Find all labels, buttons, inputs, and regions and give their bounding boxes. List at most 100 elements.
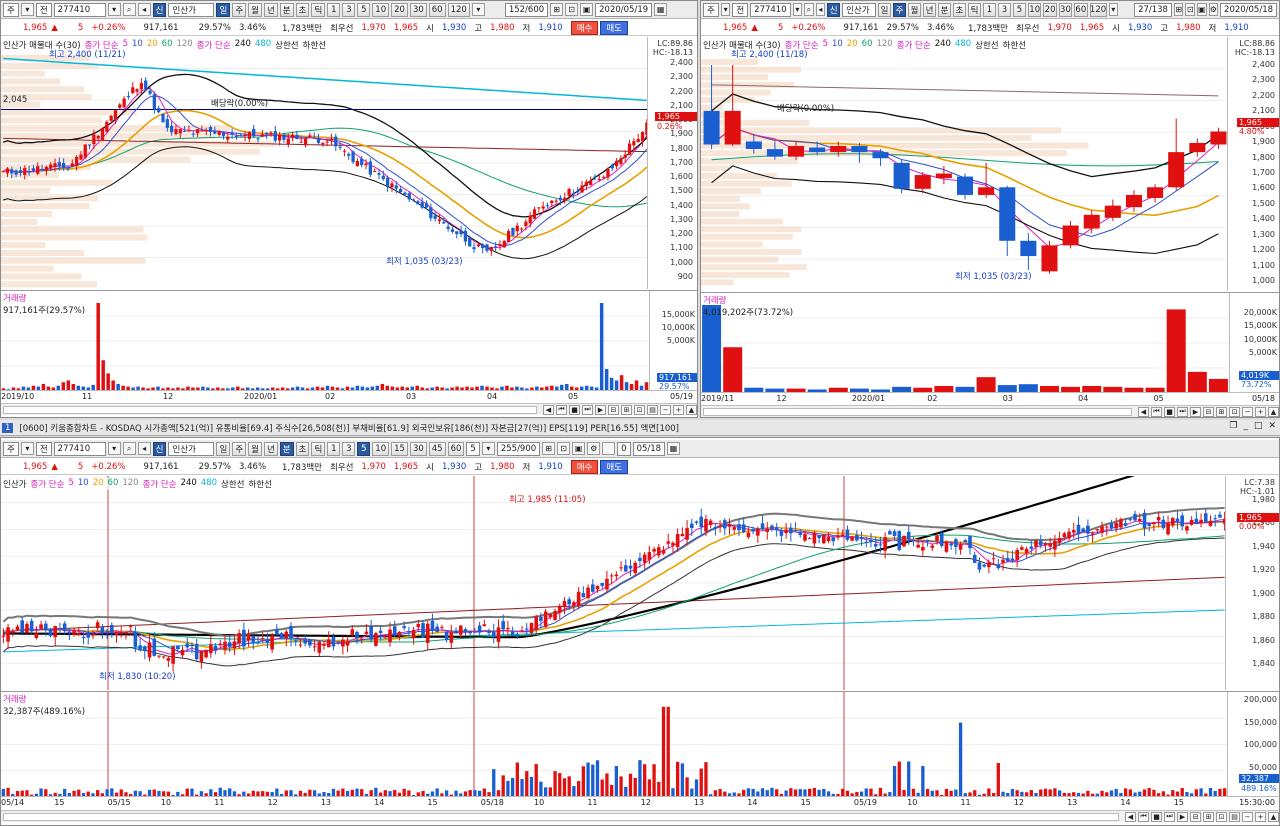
num-1[interactable]: 1 bbox=[327, 441, 341, 456]
restore-icon[interactable]: ❐ bbox=[1229, 421, 1237, 431]
dropdown-icon[interactable]: ▾ bbox=[481, 442, 495, 455]
search-icon[interactable]: ⌕ bbox=[122, 442, 136, 455]
price-chart[interactable] bbox=[1, 476, 1227, 690]
num-60[interactable]: 60 bbox=[1074, 2, 1088, 17]
period-day[interactable]: 일 bbox=[216, 2, 231, 17]
scroll-right-icon[interactable]: ▶ bbox=[595, 404, 606, 415]
speaker-icon[interactable]: ◂ bbox=[137, 442, 151, 455]
speaker-icon[interactable]: ◂ bbox=[137, 3, 151, 16]
save-icon[interactable]: ▣ bbox=[1196, 3, 1207, 16]
date-field[interactable]: 2020/05/19 bbox=[595, 2, 653, 17]
period-day[interactable]: 일 bbox=[878, 2, 891, 17]
scroll-right-icon[interactable]: ▶ bbox=[1190, 406, 1201, 417]
speaker-icon[interactable]: ◂ bbox=[815, 3, 826, 16]
scroll-track[interactable] bbox=[3, 812, 1119, 821]
count-field[interactable]: 255/900 bbox=[496, 441, 541, 456]
scroll-track[interactable] bbox=[703, 407, 1132, 416]
interval-select[interactable]: 5 bbox=[466, 441, 480, 456]
num-1[interactable]: 1 bbox=[327, 2, 341, 17]
mode-select[interactable]: 주 bbox=[3, 441, 19, 456]
chevron-down-icon[interactable]: ▾ bbox=[107, 442, 121, 455]
period-tick[interactable]: 틱 bbox=[311, 441, 326, 456]
zoom-out-icon[interactable]: − bbox=[660, 404, 671, 415]
num-30[interactable]: 30 bbox=[1058, 2, 1073, 17]
date-field[interactable]: 05/18 bbox=[632, 441, 666, 456]
checkbox[interactable] bbox=[602, 442, 616, 455]
last-icon[interactable]: ⏭ bbox=[582, 404, 593, 415]
period-month[interactable]: 월 bbox=[248, 2, 262, 17]
period-year[interactable]: 년 bbox=[263, 2, 278, 17]
period-week[interactable]: 주 bbox=[232, 441, 247, 456]
period-minute[interactable]: 분 bbox=[279, 441, 294, 456]
scroll-bar[interactable]: ◀ ⏮ ■ ⏭ ▶ ⊟ ⊞ ⊡ ▤ − + ▲ bbox=[1, 403, 697, 415]
stop-icon[interactable]: ■ bbox=[569, 404, 580, 415]
num-10[interactable]: 10 bbox=[372, 2, 390, 17]
tool2-icon[interactable]: ⊞ bbox=[1216, 406, 1227, 417]
stop-icon[interactable]: ■ bbox=[1164, 406, 1175, 417]
chevron-down-icon[interactable]: ▾ bbox=[107, 3, 121, 16]
tool1-icon[interactable]: ⊟ bbox=[1190, 811, 1201, 822]
tool3-icon[interactable]: ⊡ bbox=[634, 404, 645, 415]
up-icon[interactable]: ▲ bbox=[1268, 406, 1279, 417]
save-icon[interactable]: ▣ bbox=[580, 3, 594, 16]
chart-icon[interactable]: ⊡ bbox=[1185, 3, 1195, 16]
count-field[interactable]: 152/600 bbox=[504, 2, 549, 17]
period-second[interactable]: 초 bbox=[295, 441, 310, 456]
mode-select[interactable]: 주 bbox=[3, 2, 19, 17]
maximize-icon[interactable]: □ bbox=[1254, 421, 1263, 431]
period-year[interactable]: 년 bbox=[923, 2, 936, 17]
period-second[interactable]: 초 bbox=[295, 2, 310, 17]
tool2-icon[interactable]: ⊞ bbox=[621, 404, 632, 415]
tool3-icon[interactable]: ⊡ bbox=[1216, 811, 1227, 822]
up-icon[interactable]: ▲ bbox=[686, 404, 697, 415]
period-month[interactable]: 월 bbox=[248, 441, 262, 456]
tool1-icon[interactable]: ⊟ bbox=[608, 404, 619, 415]
num-120[interactable]: 120 bbox=[1089, 2, 1107, 17]
chart-icon[interactable]: ⊡ bbox=[557, 442, 571, 455]
first-icon[interactable]: ⏮ bbox=[1138, 811, 1149, 822]
sell-button[interactable]: 매도 bbox=[600, 20, 628, 35]
num-3[interactable]: 3 bbox=[342, 441, 356, 456]
search-icon[interactable]: ⌕ bbox=[122, 3, 136, 16]
num-120[interactable]: 120 bbox=[447, 2, 470, 17]
period-day[interactable]: 일 bbox=[216, 441, 231, 456]
scroll-right-icon[interactable]: ▶ bbox=[1177, 811, 1188, 822]
scroll-left-icon[interactable]: ◀ bbox=[1138, 406, 1149, 417]
zero-field[interactable]: 0 bbox=[617, 441, 631, 456]
num-5[interactable]: 5 bbox=[1013, 2, 1026, 17]
period-year[interactable]: 년 bbox=[263, 441, 278, 456]
num-30[interactable]: 30 bbox=[409, 2, 427, 17]
grid-icon[interactable]: ⊞ bbox=[1173, 3, 1184, 16]
dropdown-icon[interactable]: ▾ bbox=[1108, 3, 1119, 16]
settings-icon[interactable]: ⚙ bbox=[1208, 3, 1219, 16]
chart-icon[interactable]: ⊡ bbox=[565, 3, 579, 16]
num-5[interactable]: 5 bbox=[357, 441, 371, 456]
calendar-icon[interactable]: ▦ bbox=[667, 442, 681, 455]
tool4-icon[interactable]: ▤ bbox=[647, 404, 658, 415]
volume-chart[interactable] bbox=[1, 692, 1227, 797]
close-icon[interactable]: ✕ bbox=[1268, 421, 1276, 431]
type-select[interactable]: 전 bbox=[35, 441, 52, 456]
period-week[interactable]: 주 bbox=[232, 2, 247, 17]
save-icon[interactable]: ▣ bbox=[572, 442, 586, 455]
scroll-left-icon[interactable]: ◀ bbox=[543, 404, 554, 415]
num-60[interactable]: 60 bbox=[447, 441, 465, 456]
tool4-icon[interactable]: ▤ bbox=[1229, 811, 1240, 822]
num-30[interactable]: 30 bbox=[409, 441, 427, 456]
type-select[interactable]: 전 bbox=[35, 2, 52, 17]
zoom-out-icon[interactable]: − bbox=[1242, 406, 1253, 417]
scroll-left-icon[interactable]: ◀ bbox=[1125, 811, 1136, 822]
mode-select[interactable]: 주 bbox=[703, 2, 719, 17]
tool2-icon[interactable]: ⊞ bbox=[1203, 811, 1214, 822]
stop-icon[interactable]: ■ bbox=[1151, 811, 1162, 822]
type-select[interactable]: 전 bbox=[732, 2, 749, 17]
period-minute[interactable]: 분 bbox=[938, 2, 951, 17]
code-input[interactable]: 277410 bbox=[53, 2, 106, 17]
dropdown-icon[interactable]: ▾ bbox=[20, 3, 34, 16]
sell-button[interactable]: 매도 bbox=[600, 459, 628, 474]
period-month[interactable]: 월 bbox=[908, 2, 921, 17]
date-field[interactable]: 2020/05/18 bbox=[1220, 2, 1278, 17]
chevron-down-icon[interactable]: ▾ bbox=[792, 3, 803, 16]
buy-button[interactable]: 매수 bbox=[570, 20, 599, 35]
calendar-icon[interactable]: ▦ bbox=[654, 3, 668, 16]
